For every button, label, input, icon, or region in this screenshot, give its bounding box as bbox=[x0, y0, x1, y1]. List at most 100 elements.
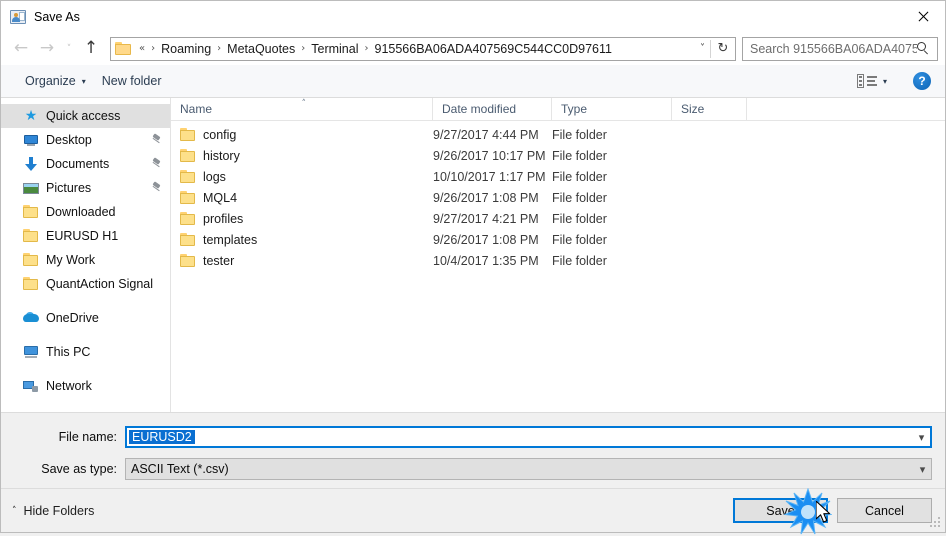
filename-label: File name: bbox=[58, 430, 117, 444]
table-row[interactable]: logs 10/10/2017 1:17 PM File folder bbox=[171, 166, 945, 187]
file-date-modified: 10/4/2017 1:35 PM bbox=[433, 253, 539, 268]
hide-folders-button[interactable]: ˄ Hide Folders bbox=[12, 504, 94, 518]
back-icon: ← bbox=[13, 38, 29, 58]
folder-icon bbox=[115, 42, 131, 55]
savetype-select[interactable]: ASCII Text (*.csv) bbox=[125, 458, 932, 480]
file-name: profiles bbox=[203, 211, 244, 226]
navigation-sidebar: Quick access Desktop Documents Pictures … bbox=[1, 98, 171, 412]
view-mode-button[interactable]: ▾ bbox=[849, 70, 895, 92]
sidebar-item-label: My Work bbox=[46, 253, 96, 267]
sidebar-item-this-pc[interactable]: This PC bbox=[1, 340, 170, 364]
desktop-icon bbox=[23, 132, 39, 148]
forward-button[interactable]: → bbox=[34, 36, 60, 62]
file-date-modified: 10/10/2017 1:17 PM bbox=[433, 169, 546, 184]
address-bar[interactable]: « › Roaming › MetaQuotes › Terminal › 91… bbox=[110, 36, 736, 61]
sidebar-item-pictures[interactable]: Pictures bbox=[1, 176, 170, 200]
breadcrumb-item-2[interactable]: Terminal bbox=[308, 41, 361, 57]
search-placeholder: Search 915566BA06ADA40756... bbox=[750, 41, 917, 56]
table-row[interactable]: templates 9/26/2017 1:08 PM File folder bbox=[171, 229, 945, 250]
cancel-button[interactable]: Cancel bbox=[837, 498, 932, 523]
help-button[interactable]: ? bbox=[913, 72, 931, 90]
folder-icon bbox=[23, 252, 39, 268]
navigation-bar: ← → ˅ ↑ « › Roaming › MetaQuotes › Termi… bbox=[1, 32, 945, 65]
up-button[interactable]: ↑ bbox=[78, 36, 104, 62]
chevron-down-icon: ˅ bbox=[66, 43, 72, 54]
table-row[interactable]: history 9/26/2017 10:17 PM File folder bbox=[171, 145, 945, 166]
refresh-icon: ↻ bbox=[717, 41, 729, 56]
save-as-dialog: Save As ← → ˅ ↑ « › Roaming › MetaQuotes… bbox=[0, 0, 946, 535]
chevron-up-icon: ˄ bbox=[12, 505, 17, 516]
address-dropdown-icon[interactable]: ˅ bbox=[698, 43, 710, 54]
back-button[interactable]: ← bbox=[8, 36, 34, 62]
file-name: config bbox=[203, 127, 237, 142]
column-label: Size bbox=[681, 102, 705, 116]
file-date-modified: 9/26/2017 1:08 PM bbox=[433, 190, 539, 205]
save-as-icon bbox=[10, 9, 26, 25]
dialog-body: Quick access Desktop Documents Pictures … bbox=[1, 97, 945, 412]
chevron-down-icon: ▾ bbox=[882, 76, 887, 86]
refresh-button[interactable]: ↻ bbox=[711, 38, 735, 60]
column-header-name[interactable]: ˄ Name bbox=[171, 97, 433, 121]
sidebar-item-label: Network bbox=[46, 379, 92, 393]
search-input[interactable]: Search 915566BA06ADA40756... bbox=[742, 36, 938, 61]
file-date-modified: 9/27/2017 4:21 PM bbox=[433, 211, 539, 226]
sidebar-item-quick-access[interactable]: Quick access bbox=[1, 104, 170, 128]
column-header-type[interactable]: Type bbox=[552, 97, 672, 121]
breadcrumb-item-3[interactable]: 915566BA06ADA407569C544CC0D97611 bbox=[372, 41, 615, 57]
table-row[interactable]: tester 10/4/2017 1:35 PM File folder bbox=[171, 250, 945, 271]
table-row[interactable]: config 9/27/2017 4:44 PM File folder bbox=[171, 124, 945, 145]
pin-icon[interactable] bbox=[151, 156, 162, 170]
pin-icon[interactable] bbox=[151, 180, 162, 194]
breadcrumb: « › Roaming › MetaQuotes › Terminal › 91… bbox=[136, 41, 698, 57]
save-button[interactable]: Save bbox=[733, 498, 828, 523]
command-toolbar: Organize ▾ New folder ▾ ? bbox=[1, 65, 945, 98]
sidebar-item-documents[interactable]: Documents bbox=[1, 152, 170, 176]
sidebar-item-label: OneDrive bbox=[46, 311, 99, 325]
star-icon bbox=[23, 108, 39, 124]
breadcrumb-item-1[interactable]: MetaQuotes bbox=[224, 41, 298, 57]
sidebar-item-label: Documents bbox=[46, 157, 110, 171]
resize-grip[interactable] bbox=[930, 517, 942, 529]
recent-locations-button[interactable]: ˅ bbox=[60, 36, 78, 62]
table-row[interactable]: MQL4 9/26/2017 1:08 PM File folder bbox=[171, 187, 945, 208]
column-header-size[interactable]: Size bbox=[672, 97, 747, 121]
chevron-down-icon[interactable] bbox=[913, 431, 930, 444]
sidebar-item-onedrive[interactable]: OneDrive bbox=[1, 306, 170, 330]
filename-input[interactable]: EURUSD2 bbox=[125, 426, 932, 448]
sidebar-item-my-work[interactable]: My Work bbox=[1, 248, 170, 272]
close-button[interactable] bbox=[899, 1, 945, 32]
sidebar-item-network[interactable]: Network bbox=[1, 374, 170, 398]
column-header-date-modified[interactable]: Date modified bbox=[433, 97, 552, 121]
new-folder-label: New folder bbox=[101, 74, 162, 88]
file-type: File folder bbox=[552, 232, 607, 247]
folder-icon bbox=[180, 127, 196, 143]
breadcrumb-separator: › bbox=[301, 43, 306, 54]
column-label: Name bbox=[180, 102, 213, 116]
pin-icon[interactable] bbox=[151, 132, 162, 146]
sidebar-item-quantaction-signal[interactable]: QuantAction Signal bbox=[1, 272, 170, 296]
breadcrumb-overflow-icon[interactable]: « bbox=[136, 43, 148, 54]
breadcrumb-separator: › bbox=[151, 43, 156, 54]
sidebar-item-eurusd-h1[interactable]: EURUSD H1 bbox=[1, 224, 170, 248]
folder-icon bbox=[180, 190, 196, 206]
breadcrumb-separator: › bbox=[364, 43, 369, 54]
file-type: File folder bbox=[552, 169, 607, 184]
folder-icon bbox=[180, 211, 196, 227]
sidebar-item-desktop[interactable]: Desktop bbox=[1, 128, 170, 152]
breadcrumb-item-0[interactable]: Roaming bbox=[158, 41, 214, 57]
window-title: Save As bbox=[34, 9, 80, 24]
new-folder-button[interactable]: New folder bbox=[94, 70, 170, 92]
view-list-icon bbox=[856, 74, 877, 88]
this-pc-icon bbox=[23, 344, 39, 360]
table-row[interactable]: profiles 9/27/2017 4:21 PM File folder bbox=[171, 208, 945, 229]
hide-folders-label: Hide Folders bbox=[23, 503, 95, 518]
chevron-down-icon: ▾ bbox=[81, 76, 86, 86]
sidebar-item-downloaded[interactable]: Downloaded bbox=[1, 200, 170, 224]
forward-icon: → bbox=[39, 38, 55, 58]
chevron-down-icon[interactable] bbox=[914, 463, 931, 476]
file-type: File folder bbox=[552, 253, 607, 268]
file-list: config 9/27/2017 4:44 PM File folder his… bbox=[171, 121, 945, 412]
organize-button[interactable]: Organize ▾ bbox=[17, 70, 94, 92]
